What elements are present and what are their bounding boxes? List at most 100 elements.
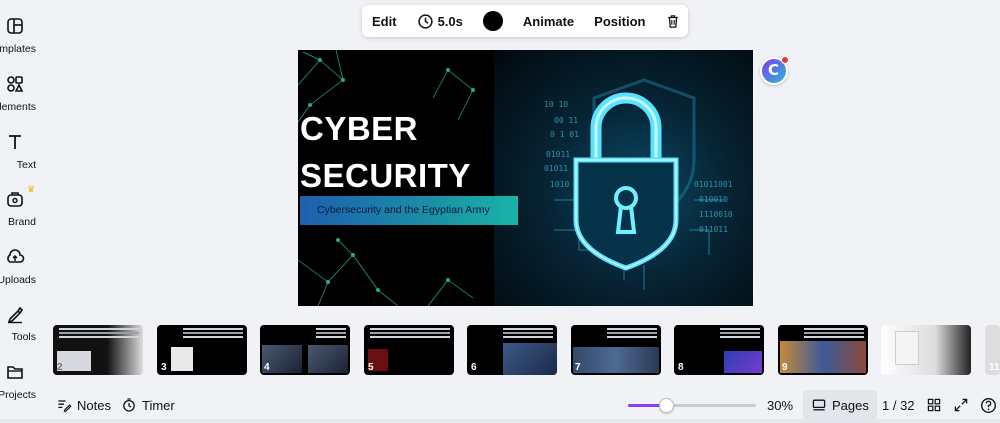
elements-icon xyxy=(7,76,24,92)
notes-icon xyxy=(58,400,72,413)
position-button[interactable]: Position xyxy=(584,5,655,37)
page-thumbnail[interactable]: 4 xyxy=(260,325,350,375)
binary-text: 00 11 xyxy=(554,116,579,125)
delete-button[interactable] xyxy=(655,5,695,37)
sidebar-item-uploads[interactable]: Uploads xyxy=(0,247,40,299)
help-button[interactable] xyxy=(980,390,1000,420)
zoom-level[interactable]: 30% xyxy=(767,390,793,420)
page-thumbnail[interactable]: 6 xyxy=(467,325,557,375)
slide-canvas[interactable]: 10 10 00 11 0 1 01 01011 01011 1010 0101… xyxy=(298,50,753,306)
brand-icon xyxy=(7,192,23,207)
page-thumbnails: 2 3 4 5 6 7 8 9 10 11 xyxy=(53,325,1000,375)
fullscreen-button[interactable] xyxy=(953,390,974,420)
edit-button[interactable]: Edit xyxy=(362,5,407,37)
slide-subtitle: Cybersecurity and the Egyptian Army xyxy=(317,204,490,216)
sidebar-item-elements[interactable]: lements xyxy=(0,74,40,126)
thumbnail-image xyxy=(724,351,762,373)
position-label: Position xyxy=(594,13,646,29)
thumbnail-text-lines xyxy=(720,328,760,330)
page-number: 3 xyxy=(161,362,167,373)
thumbnail-image xyxy=(573,347,659,373)
color-swatch xyxy=(482,11,503,31)
pages-label: Pages xyxy=(832,397,869,413)
thumbnail-image xyxy=(895,331,919,365)
sidebar-item-label: Text xyxy=(16,159,36,171)
thumbnail-image xyxy=(503,343,557,375)
thumbnail-image xyxy=(171,347,193,371)
page-number: 6 xyxy=(471,362,477,373)
zoom-slider-handle[interactable] xyxy=(659,398,675,413)
page-thumbnail[interactable]: 5 xyxy=(364,325,454,375)
page-thumbnail[interactable]: 11 xyxy=(985,325,1000,375)
assistant-button[interactable]: C xyxy=(760,56,789,85)
binary-text: 01011 xyxy=(546,150,571,159)
page-thumbnail[interactable]: 2 xyxy=(53,325,143,375)
thumbnail-text-lines xyxy=(503,328,553,330)
sidebar-item-tools[interactable]: Tools xyxy=(0,304,40,356)
thumbnail-image xyxy=(308,345,348,373)
slide-subtitle-box[interactable]: Cybersecurity and the Egyptian Army xyxy=(300,196,518,225)
lock-background-image: 10 10 00 11 0 1 01 01011 01011 1010 0101… xyxy=(494,50,753,306)
bottom-border xyxy=(0,419,1000,423)
clock-icon xyxy=(417,13,433,29)
color-button[interactable] xyxy=(473,5,513,37)
pages-icon xyxy=(812,399,826,411)
timer-button[interactable]: Timer xyxy=(121,390,175,420)
binary-text: 01011001 xyxy=(694,180,733,189)
expand-icon xyxy=(954,398,968,412)
trash-icon xyxy=(668,14,679,28)
page-number: 8 xyxy=(678,362,684,373)
thumbnail-text-lines xyxy=(804,328,864,330)
page-thumbnail[interactable]: 8 xyxy=(674,325,764,375)
timer-icon xyxy=(123,398,135,412)
canva-logo-icon: C xyxy=(768,61,780,79)
thumbnail-text-lines xyxy=(370,328,450,330)
slide-title-line1[interactable]: CYBER xyxy=(300,112,418,145)
page-counter: 1 / 32 xyxy=(882,390,915,420)
page-number: 4 xyxy=(264,362,270,373)
element-toolbar: Edit 5.0s Animate Position xyxy=(362,5,688,37)
crown-icon: ♛ xyxy=(27,184,36,194)
binary-text: 10 10 xyxy=(544,100,569,109)
sidebar-item-label: lements xyxy=(0,101,36,113)
slide-title-line2[interactable]: SECURITY xyxy=(300,159,471,192)
binary-text: 1110010 xyxy=(699,210,733,219)
sidebar-item-label: Tools xyxy=(11,331,36,343)
page-number: 9 xyxy=(782,362,788,373)
notes-label: Notes xyxy=(77,397,111,413)
templates-icon xyxy=(7,18,23,34)
notification-dot xyxy=(781,56,789,64)
uploads-icon xyxy=(7,249,25,263)
animate-button[interactable]: Animate xyxy=(513,5,584,37)
zoom-slider[interactable] xyxy=(628,398,756,413)
timer-label: Timer xyxy=(142,397,175,413)
page-thumbnail[interactable]: 7 xyxy=(571,325,661,375)
sidebar-item-brand[interactable]: ♛ Brand xyxy=(0,184,40,241)
sidebar-item-label: emplates xyxy=(0,43,36,55)
animate-label: Animate xyxy=(522,13,575,29)
projects-icon xyxy=(7,366,23,379)
grid-view-button[interactable] xyxy=(926,390,947,420)
page-thumbnail[interactable]: 3 xyxy=(157,325,247,375)
binary-text: 01011 xyxy=(544,164,569,173)
thumbnail-image xyxy=(780,341,866,373)
duration-button[interactable]: 5.0s xyxy=(407,5,473,37)
sidebar-item-label: Uploads xyxy=(0,274,36,286)
thumbnail-text-lines xyxy=(183,328,243,330)
zoom-value: 30% xyxy=(767,397,794,413)
thumbnail-text-lines xyxy=(59,328,139,330)
page-thumbnail[interactable]: 10 xyxy=(881,325,971,375)
sidebar-item-templates[interactable]: emplates xyxy=(0,16,40,68)
sidebar-item-text[interactable]: Text xyxy=(0,132,40,184)
notes-button[interactable]: Notes xyxy=(56,390,111,420)
binary-text: 011011 xyxy=(699,225,728,234)
thumbnail-text-lines xyxy=(316,328,346,330)
page-number: 10 xyxy=(885,362,897,373)
page-number: 11 xyxy=(989,362,1000,373)
page-number: 5 xyxy=(368,362,374,373)
page-counter-label: 1 / 32 xyxy=(882,397,915,413)
grid-icon xyxy=(927,398,941,412)
page-thumbnail[interactable]: 9 xyxy=(778,325,868,375)
sidebar-item-label: Brand xyxy=(7,216,36,228)
pages-button[interactable]: Pages xyxy=(803,390,877,420)
